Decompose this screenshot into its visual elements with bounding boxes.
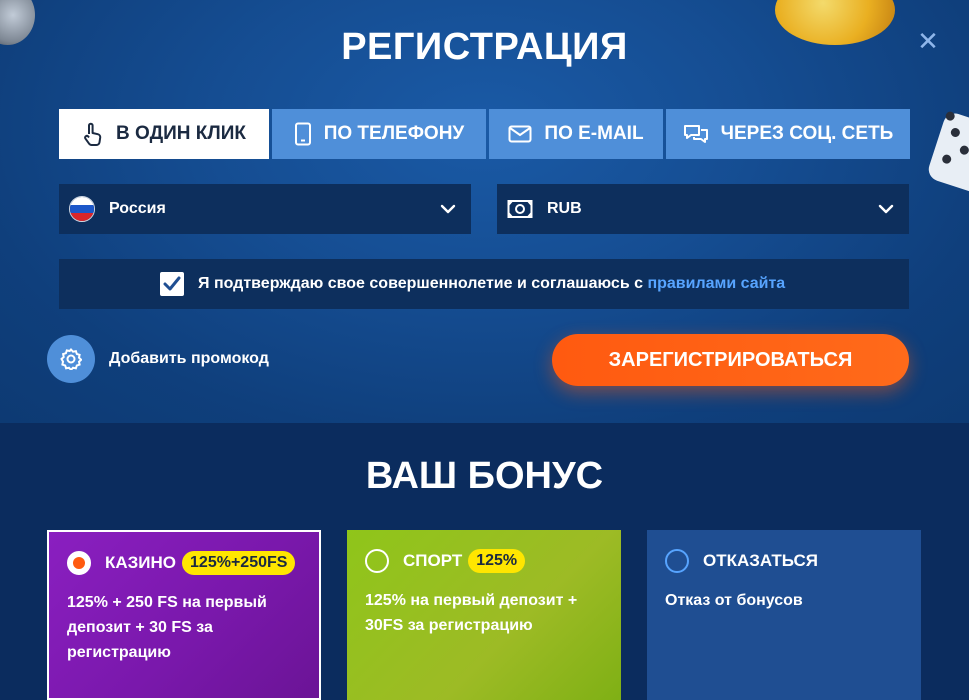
radio-sport[interactable] <box>365 549 389 573</box>
tab-email-label: ПО E-MAIL <box>544 123 644 144</box>
bonus-title: ВАШ БОНУС <box>365 455 604 497</box>
chevron-down-icon <box>878 204 894 214</box>
bonus-card-casino[interactable]: КАЗИНО 125%+250FS 125% + 250 FS на первы… <box>47 530 321 700</box>
add-promocode-label: Добавить промокод <box>109 350 269 367</box>
registration-tabs: В ОДИН КЛИК ПО ТЕЛЕФОНУ ПО E-MAIL ЧЕРЕЗ … <box>59 109 910 159</box>
bonus-card-sport-name: СПОРТ <box>403 551 463 570</box>
tab-social[interactable]: ЧЕРЕЗ СОЦ. СЕТЬ <box>666 109 910 159</box>
pointer-hand-icon <box>84 122 102 146</box>
add-promocode-button[interactable]: Добавить промокод <box>47 335 269 383</box>
phone-icon <box>294 122 311 146</box>
russia-flag-icon <box>69 196 95 222</box>
close-icon[interactable]: ✕ <box>914 28 942 56</box>
country-value: Россия <box>109 200 166 217</box>
tab-social-label: ЧЕРЕЗ СОЦ. СЕТЬ <box>720 123 894 144</box>
bonus-badge-casino: 125%+250FS <box>182 551 296 575</box>
page-title: РЕГИСТРАЦИЯ <box>341 26 628 68</box>
bonus-card-sport-desc: 125% на первый депозит + 30FS за регистр… <box>365 592 578 634</box>
register-button[interactable]: ЗАРЕГИСТРИРОВАТЬСЯ <box>552 334 909 386</box>
chevron-down-icon <box>440 204 456 214</box>
decor-die <box>925 110 969 196</box>
checkmark-icon <box>163 276 181 291</box>
registration-panel: РЕГИСТРАЦИЯ ✕ В ОДИН КЛИК ПО ТЕЛЕФОНУ ПО… <box>0 0 969 423</box>
gear-icon <box>47 335 95 383</box>
bonus-card-refuse-name: ОТКАЗАТЬСЯ <box>703 551 819 570</box>
envelope-icon <box>508 125 532 143</box>
bonus-card-sport[interactable]: СПОРТ 125% 125% на первый депозит + 30FS… <box>347 530 621 700</box>
bonus-card-refuse-desc: Отказ от бонусов <box>665 592 803 609</box>
country-select[interactable]: Россия <box>59 184 471 234</box>
bonus-card-refuse[interactable]: ОТКАЗАТЬСЯ Отказ от бонусов <box>647 530 921 700</box>
currency-select[interactable]: RUB <box>497 184 909 234</box>
bonus-card-casino-name: КАЗИНО <box>105 553 177 572</box>
currency-value: RUB <box>547 200 582 217</box>
tab-one-click-label: В ОДИН КЛИК <box>116 123 246 144</box>
age-confirm-checkbox[interactable] <box>160 272 184 296</box>
age-confirm-label: Я подтверждаю свое совершеннолетие и сог… <box>198 275 648 292</box>
tab-phone[interactable]: ПО ТЕЛЕФОНУ <box>272 109 486 159</box>
bonus-panel: ВАШ БОНУС КАЗИНО 125%+250FS 125% + 250 F… <box>0 423 969 700</box>
tab-one-click[interactable]: В ОДИН КЛИК <box>59 109 269 159</box>
age-confirm-row: Я подтверждаю свое совершеннолетие и сог… <box>59 259 909 309</box>
tab-email[interactable]: ПО E-MAIL <box>489 109 663 159</box>
age-confirm-text: Я подтверждаю свое совершеннолетие и сог… <box>198 275 785 293</box>
banknote-icon <box>507 200 533 218</box>
chat-bubbles-icon <box>683 125 708 143</box>
bonus-card-casino-desc: 125% + 250 FS на первый депозит + 30 FS … <box>67 594 267 661</box>
site-rules-link[interactable]: правилами сайта <box>647 275 785 292</box>
radio-refuse[interactable] <box>665 549 689 573</box>
tab-phone-label: ПО ТЕЛЕФОНУ <box>323 123 465 144</box>
bonus-badge-sport: 125% <box>468 549 526 573</box>
radio-casino[interactable] <box>67 551 91 575</box>
